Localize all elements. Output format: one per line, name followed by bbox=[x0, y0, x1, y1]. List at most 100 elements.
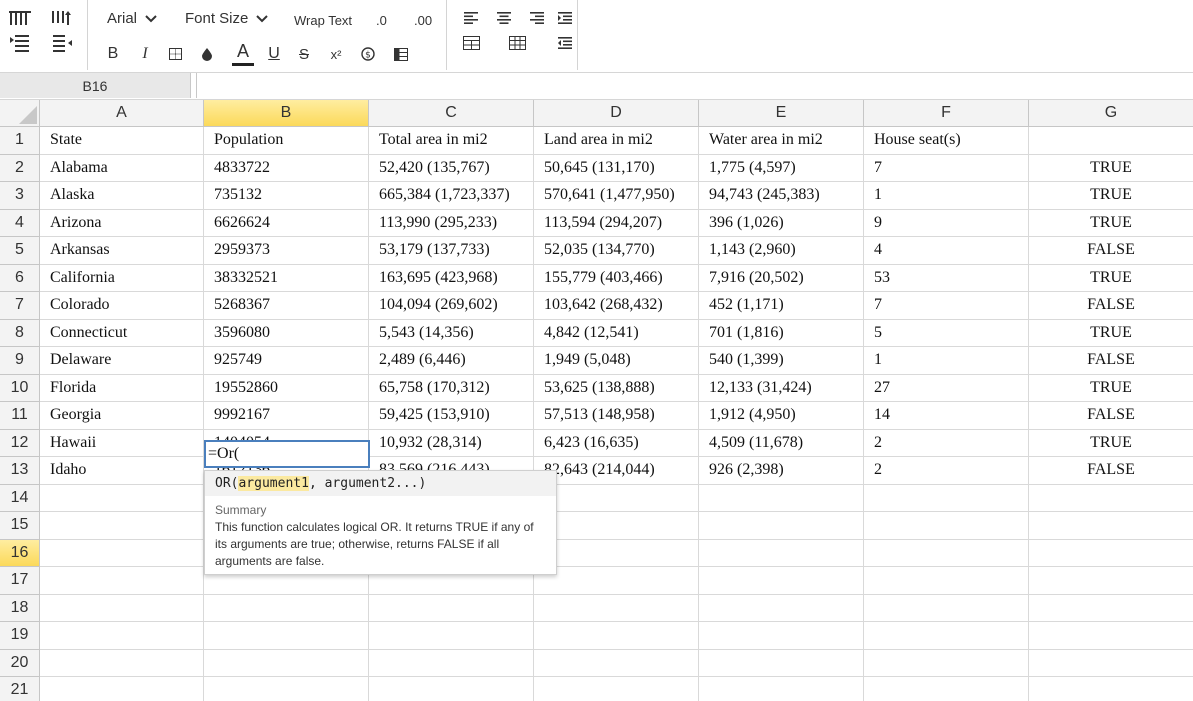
cell-a9[interactable]: Delaware bbox=[40, 347, 204, 375]
cell-b6[interactable]: 38332521 bbox=[204, 264, 369, 292]
cell-a7[interactable]: Colorado bbox=[40, 292, 204, 320]
cell-d2[interactable]: 50,645 (131,170) bbox=[534, 154, 699, 182]
row-header-11[interactable]: 11 bbox=[0, 402, 40, 430]
insert-column-icon[interactable] bbox=[50, 8, 74, 28]
cell-d10[interactable]: 53,625 (138,888) bbox=[534, 374, 699, 402]
border-icon[interactable] bbox=[168, 46, 182, 62]
align-left-icon[interactable] bbox=[463, 10, 479, 26]
row-header-10[interactable]: 10 bbox=[0, 374, 40, 402]
column-header-a[interactable]: A bbox=[40, 100, 204, 127]
cell-a5[interactable]: Arkansas bbox=[40, 237, 204, 265]
cell-e4[interactable]: 396 (1,026) bbox=[699, 209, 864, 237]
fill-color-icon[interactable] bbox=[200, 46, 214, 62]
cell-f20[interactable] bbox=[864, 649, 1029, 677]
row-header-20[interactable]: 20 bbox=[0, 649, 40, 677]
cell-d21[interactable] bbox=[534, 677, 699, 701]
cell-f9[interactable]: 1 bbox=[864, 347, 1029, 375]
row-header-15[interactable]: 15 bbox=[0, 512, 40, 540]
cell-a6[interactable]: California bbox=[40, 264, 204, 292]
row-header-16[interactable]: 16 bbox=[0, 539, 40, 567]
cell-e12[interactable]: 4,509 (11,678) bbox=[699, 429, 864, 457]
cell-c19[interactable] bbox=[369, 622, 534, 650]
insert-row-above-icon[interactable] bbox=[8, 8, 32, 28]
cell-b7[interactable]: 5268367 bbox=[204, 292, 369, 320]
cell-e13[interactable]: 926 (2,398) bbox=[699, 457, 864, 485]
row-header-13[interactable]: 13 bbox=[0, 457, 40, 485]
cell-c7[interactable]: 104,094 (269,602) bbox=[369, 292, 534, 320]
cell-a2[interactable]: Alabama bbox=[40, 154, 204, 182]
cell-f15[interactable] bbox=[864, 512, 1029, 540]
strikethrough-button[interactable]: S bbox=[297, 44, 311, 64]
cell-a15[interactable] bbox=[40, 512, 204, 540]
cell-d11[interactable]: 57,513 (148,958) bbox=[534, 402, 699, 430]
cell-c18[interactable] bbox=[369, 594, 534, 622]
delete-row-icon[interactable] bbox=[50, 33, 74, 53]
cell-a18[interactable] bbox=[40, 594, 204, 622]
row-header-21[interactable]: 21 bbox=[0, 677, 40, 701]
row-header-18[interactable]: 18 bbox=[0, 594, 40, 622]
cell-f19[interactable] bbox=[864, 622, 1029, 650]
cell-e1[interactable]: Water area in mi2 bbox=[699, 127, 864, 155]
underline-button[interactable]: U bbox=[267, 44, 281, 64]
cell-editor[interactable]: =Or( bbox=[204, 440, 370, 468]
row-header-6[interactable]: 6 bbox=[0, 264, 40, 292]
cell-d8[interactable]: 4,842 (12,541) bbox=[534, 319, 699, 347]
cell-e19[interactable] bbox=[699, 622, 864, 650]
cell-d3[interactable]: 570,641 (1,477,950) bbox=[534, 182, 699, 210]
cell-a3[interactable]: Alaska bbox=[40, 182, 204, 210]
cell-b11[interactable]: 9992167 bbox=[204, 402, 369, 430]
row-header-12[interactable]: 12 bbox=[0, 429, 40, 457]
select-all-corner[interactable] bbox=[0, 100, 40, 127]
cell-b8[interactable]: 3596080 bbox=[204, 319, 369, 347]
column-header-d[interactable]: D bbox=[534, 100, 699, 127]
cell-f13[interactable]: 2 bbox=[864, 457, 1029, 485]
cell-c4[interactable]: 113,990 (295,233) bbox=[369, 209, 534, 237]
cell-g10[interactable]: TRUE bbox=[1029, 375, 1193, 402]
decrease-decimal-button[interactable]: .0 bbox=[376, 10, 387, 30]
cell-a12[interactable]: Hawaii bbox=[40, 429, 204, 457]
cell-g9[interactable]: FALSE bbox=[1029, 347, 1193, 375]
cell-e16[interactable] bbox=[699, 539, 864, 567]
cell-f6[interactable]: 53 bbox=[864, 264, 1029, 292]
cell-d13[interactable]: 82,643 (214,044) bbox=[534, 457, 699, 485]
cell-c11[interactable]: 59,425 (153,910) bbox=[369, 402, 534, 430]
cell-f1[interactable]: House seat(s) bbox=[864, 127, 1029, 155]
wrap-text-button[interactable]: Wrap Text bbox=[294, 10, 352, 30]
outdent-icon[interactable] bbox=[557, 35, 573, 51]
cell-b9[interactable]: 925749 bbox=[204, 347, 369, 375]
cell-b18[interactable] bbox=[204, 594, 369, 622]
cell-b10[interactable]: 19552860 bbox=[204, 374, 369, 402]
cell-a11[interactable]: Georgia bbox=[40, 402, 204, 430]
cell-f21[interactable] bbox=[864, 677, 1029, 701]
cell-f11[interactable]: 14 bbox=[864, 402, 1029, 430]
column-header-b[interactable]: B bbox=[204, 100, 369, 127]
insert-row-below-icon[interactable] bbox=[8, 33, 32, 53]
cell-c5[interactable]: 53,179 (137,733) bbox=[369, 237, 534, 265]
cell-c20[interactable] bbox=[369, 649, 534, 677]
cell-a16[interactable] bbox=[40, 539, 204, 567]
cell-d19[interactable] bbox=[534, 622, 699, 650]
cell-g13[interactable]: FALSE bbox=[1029, 457, 1193, 485]
font-size-select[interactable]: Font Size bbox=[185, 10, 269, 27]
cell-g6[interactable]: TRUE bbox=[1029, 265, 1193, 292]
column-header-g[interactable]: G bbox=[1029, 100, 1193, 127]
cell-g14[interactable] bbox=[1029, 485, 1193, 512]
cell-d18[interactable] bbox=[534, 594, 699, 622]
currency-icon[interactable]: $ bbox=[360, 45, 376, 63]
cell-g16[interactable] bbox=[1029, 540, 1193, 567]
cell-c3[interactable]: 665,384 (1,723,337) bbox=[369, 182, 534, 210]
cell-e14[interactable] bbox=[699, 484, 864, 512]
cell-c10[interactable]: 65,758 (170,312) bbox=[369, 374, 534, 402]
cell-b1[interactable]: Population bbox=[204, 127, 369, 155]
cell-b5[interactable]: 2959373 bbox=[204, 237, 369, 265]
cell-g1[interactable] bbox=[1029, 127, 1193, 155]
cell-e17[interactable] bbox=[699, 567, 864, 595]
align-right-icon[interactable] bbox=[529, 10, 545, 26]
cell-c12[interactable]: 10,932 (28,314) bbox=[369, 429, 534, 457]
cell-e9[interactable]: 540 (1,399) bbox=[699, 347, 864, 375]
cell-a1[interactable]: State bbox=[40, 127, 204, 155]
cell-c21[interactable] bbox=[369, 677, 534, 701]
cell-a14[interactable] bbox=[40, 484, 204, 512]
column-header-e[interactable]: E bbox=[699, 100, 864, 127]
cell-e7[interactable]: 452 (1,171) bbox=[699, 292, 864, 320]
